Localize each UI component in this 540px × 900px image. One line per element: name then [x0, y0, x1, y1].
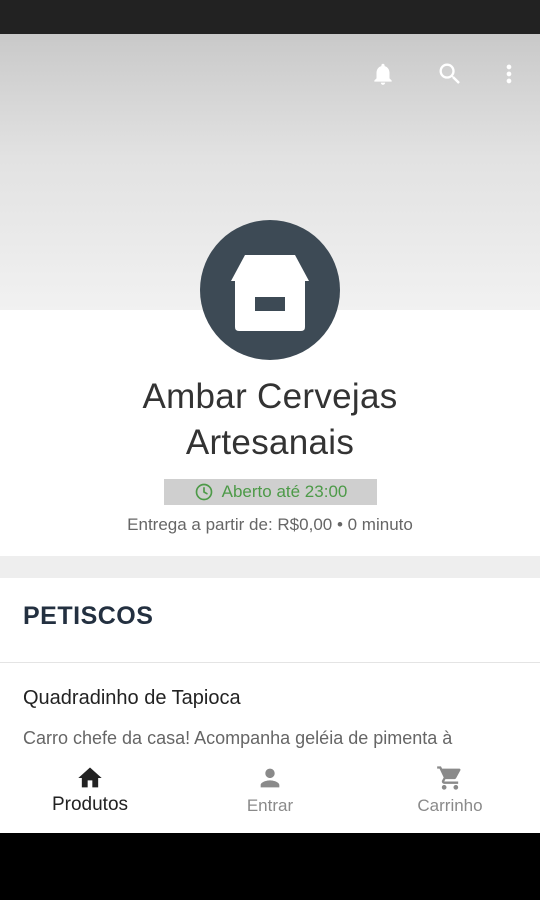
nav-item-produtos[interactable]: Produtos: [0, 754, 180, 833]
status-bar: [0, 0, 540, 34]
nav-label-carrinho: Carrinho: [417, 796, 483, 815]
category-title: PETISCOS: [23, 602, 154, 630]
home-icon: [78, 767, 102, 788]
open-status-text: Aberto até 23:00: [221, 482, 348, 501]
product-description[interactable]: Carro chefe da casa! Acompanha geléia de…: [23, 728, 540, 749]
category-divider: [0, 662, 540, 663]
cart-icon: [437, 766, 461, 790]
system-nav-bar: [0, 833, 540, 900]
store-name: Ambar Cervejas Artesanais: [0, 374, 540, 466]
clock-icon: [195, 483, 212, 501]
section-divider: [0, 556, 540, 578]
store-name-line2: Artesanais: [185, 423, 355, 462]
nav-item-entrar[interactable]: Entrar: [180, 754, 360, 833]
nav-label-entrar: Entrar: [246, 796, 294, 815]
bell-icon[interactable]: [368, 59, 398, 89]
delivery-info: Entrega a partir de: R$0,00 • 0 minuto: [127, 515, 413, 534]
open-status-badge: Aberto até 23:00: [164, 479, 377, 505]
bottom-navigation: Produtos Entrar Carrinho: [0, 754, 540, 833]
person-icon: [260, 768, 280, 788]
app-screen: Ambar Cervejas Artesanais Aberto até 23:…: [0, 34, 540, 833]
more-vert-icon[interactable]: [494, 59, 524, 89]
store-name-line1: Ambar Cervejas: [142, 377, 398, 416]
store-icon: [231, 255, 309, 331]
search-icon[interactable]: [435, 59, 465, 89]
nav-label-produtos: Produtos: [51, 794, 129, 815]
product-name[interactable]: Quadradinho de Tapioca: [23, 687, 241, 710]
store-logo: [200, 220, 340, 360]
nav-item-carrinho[interactable]: Carrinho: [360, 754, 540, 833]
